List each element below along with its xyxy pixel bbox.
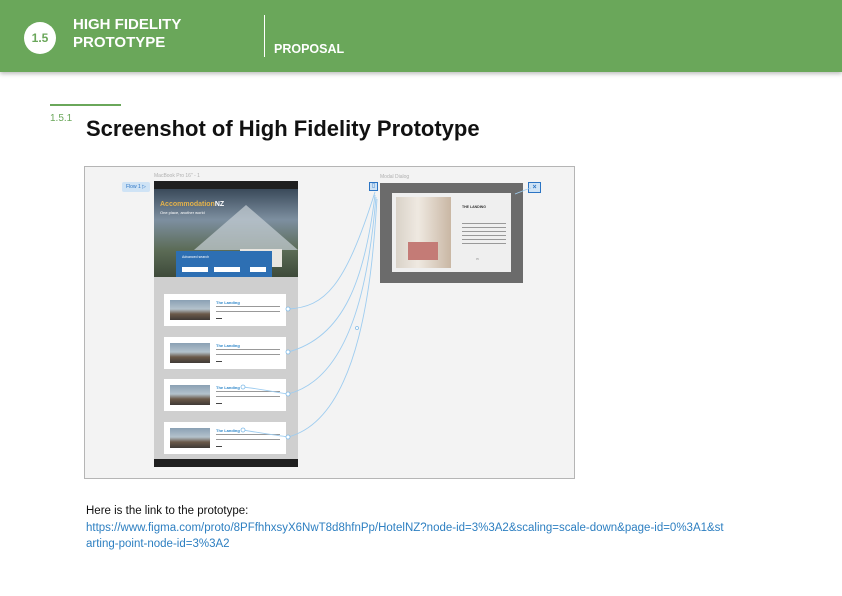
connection-node: [285, 434, 291, 440]
page-header: 1.5 HIGH FIDELITY PROTOTYPE PROPOSAL: [0, 0, 842, 72]
prototype-link[interactable]: https://www.figma.com/proto/8PFfhhxsyX6N…: [86, 520, 726, 552]
prototype-screenshot: MacBook Pro 16" - 1 Modal Dialog Flow 1 …: [84, 166, 575, 479]
connection-node: [285, 349, 291, 355]
section-number: 1.5.1: [50, 113, 73, 124]
section-badge: 1.5: [24, 22, 56, 54]
connection-node: [240, 384, 246, 390]
header-title: HIGH FIDELITY PROTOTYPE: [73, 16, 182, 51]
header-category: PROPOSAL: [274, 42, 345, 56]
prototype-connections: [240, 187, 532, 440]
connection-node: [355, 326, 359, 330]
connection-line: [514, 187, 532, 195]
connection-line: [242, 429, 289, 438]
connection-node: [240, 427, 246, 433]
connection-line: [287, 194, 376, 353]
section-title: Screenshot of High Fidelity Prototype: [86, 116, 480, 141]
connection-line: [287, 198, 378, 438]
link-intro-text: Here is the link to the prototype:: [86, 505, 249, 517]
section-rule: [50, 104, 121, 106]
connection-node: [285, 306, 291, 312]
header-divider: [264, 15, 265, 57]
connection-node: [285, 391, 291, 397]
connection-line: [242, 386, 289, 395]
